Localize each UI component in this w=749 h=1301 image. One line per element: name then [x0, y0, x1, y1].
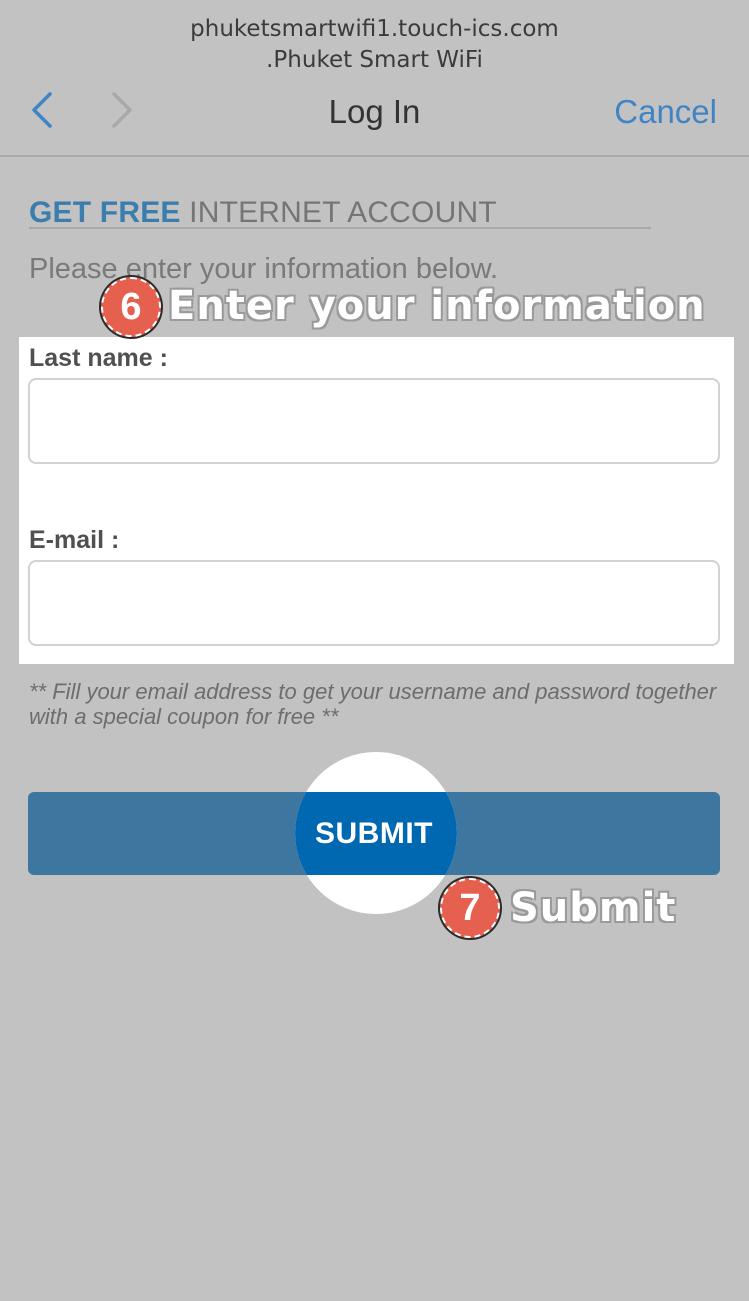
heading-divider [29, 227, 651, 229]
browser-header: phuketsmartwifi1.touch-ics.com .Phuket S… [0, 0, 749, 157]
heading-bold: GET FREE [29, 196, 181, 229]
cancel-button[interactable]: Cancel [614, 92, 717, 132]
page-url: phuketsmartwifi1.touch-ics.com [190, 16, 559, 42]
email-label: E-mail : [29, 526, 120, 554]
network-name: .Phuket Smart WiFi [266, 47, 483, 73]
step-7-caption: Submit [510, 885, 677, 931]
email-input[interactable] [28, 560, 720, 646]
last-name-input[interactable] [28, 378, 720, 464]
last-name-label: Last name : [29, 344, 168, 372]
section-heading: GET FREE INTERNET ACCOUNT [29, 196, 497, 230]
email-note: ** Fill your email address to get your u… [29, 679, 717, 729]
step-6-badge: 6 [101, 277, 161, 337]
step-7-badge: 7 [440, 878, 500, 938]
step-6-caption: Enter your information [168, 283, 706, 329]
intro-text: Please enter your information below. [29, 253, 499, 285]
tap-spotlight [295, 752, 457, 914]
heading-light: INTERNET ACCOUNT [189, 196, 497, 229]
